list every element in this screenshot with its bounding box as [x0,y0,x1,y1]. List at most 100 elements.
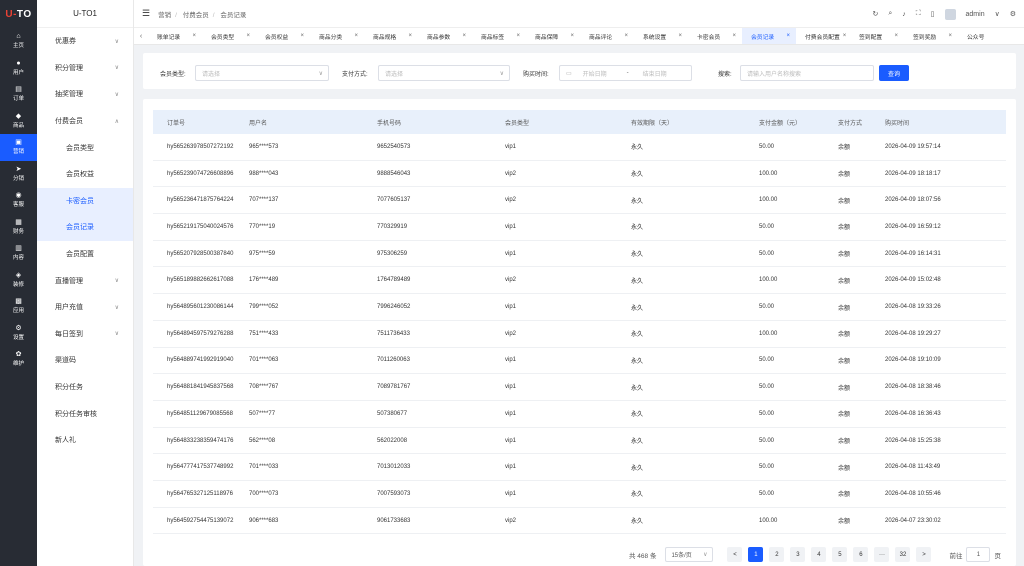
table-cell: 507****77 [249,410,276,417]
sidebar-item[interactable]: 会员配置 [37,241,133,268]
date-range-picker[interactable]: ▭ 开始日期 - 结束日期 [559,65,692,81]
tab-item[interactable]: 商品规格 × [364,28,418,44]
close-icon[interactable]: × [732,33,736,39]
tab-item[interactable]: 签到配置 × [850,28,904,44]
sidebar-item[interactable]: 付费会员 ∧ [37,108,133,135]
tab-item[interactable]: 会员类型 × [202,28,256,44]
app-logo[interactable]: U- TO [0,0,37,28]
tab-item[interactable]: 卡密会员 × [688,28,742,44]
tab-label: 商品规格 [373,34,397,41]
sidebar-item[interactable]: 用户充值 ∨ [37,294,133,321]
rail-item-settings[interactable]: ⚙ 设置 [0,320,37,347]
sidebar-item[interactable]: 会员记录 [37,214,133,241]
close-icon[interactable]: × [948,33,952,39]
rail-item-home[interactable]: ⌂ 主页 [0,28,37,55]
page-size-select[interactable]: 15条/页 ∨ [665,547,714,562]
sidebar-item[interactable]: 优惠券 ∨ [37,28,133,55]
rail-item-app[interactable]: ▩ 应用 [0,293,37,320]
fullscreen-icon[interactable]: ⛶ [916,10,921,18]
rail-item-finance[interactable]: ▦ 财务 [0,214,37,241]
tab-item[interactable]: 商品分类 × [310,28,364,44]
close-icon[interactable]: × [516,33,520,39]
table-row: hy565219175040024576 770****19 770329919 vi… [153,214,1006,241]
sidebar-item[interactable]: 抽奖管理 ∨ [37,81,133,108]
member-type-select[interactable]: 请选择 ∨ [195,65,329,81]
page-button[interactable]: 3 [790,547,806,562]
close-icon[interactable]: × [408,33,412,39]
close-icon[interactable]: × [300,33,304,39]
table-cell: vip1 [505,304,517,311]
refresh-icon[interactable]: ↻ [872,10,878,18]
sidebar-item[interactable]: 渠道码 [37,347,133,374]
tab-item[interactable]: 商品参数 × [418,28,472,44]
menu-toggle-icon[interactable]: ☰ [142,8,150,19]
tab-item[interactable]: 账单记录 × [148,28,202,44]
rail-item-decorate[interactable]: ◈ 装修 [0,267,37,294]
tab-item[interactable]: 签到奖励 × [904,28,958,44]
breadcrumb-item[interactable]: 营销 [158,12,171,19]
bell-icon[interactable]: ♪ [902,11,906,18]
rail-item-order[interactable]: ▤ 订单 [0,81,37,108]
rail-item-service[interactable]: ◉ 客服 [0,187,37,214]
query-button[interactable]: 查询 [879,65,909,81]
table-cell: vip1 [505,250,517,257]
top-header: ☰ 营销 / 付费会员 / 会员记录 ↻ ⌕ ♪ ⛶ ▯ admin ∨ ⚙ [134,0,1024,28]
tab-item[interactable]: 会员记录 × [742,28,796,44]
tab-item[interactable]: 会员权益 × [256,28,310,44]
sidebar-item[interactable]: 每日签到 ∨ [37,321,133,348]
avatar[interactable] [944,8,956,20]
page-button[interactable]: 1 [748,547,764,562]
close-icon[interactable]: × [624,33,628,39]
sidebar-item[interactable]: 新人礼 [37,427,133,454]
goto-page-input[interactable]: 1 [966,547,991,562]
page-button[interactable]: 2 [769,547,785,562]
page-button[interactable]: 32 [895,547,911,562]
page-button[interactable]: 6 [853,547,869,562]
sidebar-item[interactable]: 会员权益 [37,161,133,188]
rail-item-content[interactable]: ▥ 内容 [0,240,37,267]
tab-item[interactable]: 商品标签 × [472,28,526,44]
page-button[interactable]: ··· [874,547,890,562]
close-icon[interactable]: × [843,33,847,39]
rail-item-user[interactable]: ● 用户 [0,55,37,82]
chevron-down-icon[interactable]: ∨ [995,10,1000,18]
breadcrumb-item[interactable]: 付费会员 [183,12,209,19]
mobile-icon[interactable]: ▯ [931,10,935,18]
close-icon[interactable]: × [354,33,358,39]
page-button[interactable]: 4 [811,547,827,562]
tab-item[interactable]: 商品保障 × [526,28,580,44]
tab-item[interactable]: 公众号 [958,28,1012,44]
table-cell: 余额 [838,439,851,446]
sidebar-item[interactable]: 直播管理 ∨ [37,267,133,294]
sidebar-item[interactable]: 积分任务审核 [37,400,133,427]
gear-icon[interactable]: ⚙ [1010,10,1016,18]
rail-item-distribution[interactable]: ➤ 分销 [0,161,37,188]
close-icon[interactable]: × [894,33,898,39]
next-page-button[interactable]: > [916,547,932,562]
prev-page-button[interactable]: < [727,547,743,562]
close-icon[interactable]: × [678,33,682,39]
close-icon[interactable]: × [786,33,790,39]
search-icon[interactable]: ⌕ [888,10,892,18]
rail-item-marketing[interactable]: ▣ 营销 [0,134,37,161]
rail-item-goods[interactable]: ◆ 商品 [0,108,37,135]
close-icon[interactable]: × [462,33,466,39]
tab-scroll-left-icon[interactable]: ‹ [134,33,148,40]
sidebar-item[interactable]: 会员类型 [37,134,133,161]
close-icon[interactable]: × [246,33,250,39]
close-icon[interactable]: × [570,33,574,39]
tab-item[interactable]: 商品评论 × [580,28,634,44]
sidebar-item[interactable]: 积分任务 [37,374,133,401]
pay-method-select[interactable]: 请选择 ∨ [378,65,510,81]
search-input[interactable]: 请输入用户名称搜索 [740,65,874,81]
close-icon[interactable]: × [192,33,196,39]
tab-item[interactable]: 系统设置 × [634,28,688,44]
sidebar-item[interactable]: 卡密会员 [37,187,133,215]
rail-item-label: 维护 [12,361,24,368]
tab-item[interactable]: 付费会员配置 × [796,28,850,44]
sidebar-item[interactable]: 积分管理 ∨ [37,55,133,82]
rail-item-maintenance[interactable]: ✿ 维护 [0,346,37,373]
page-button[interactable]: 5 [832,547,848,562]
column-header: 会员类型 [505,120,530,127]
user-name[interactable]: admin [966,11,985,18]
